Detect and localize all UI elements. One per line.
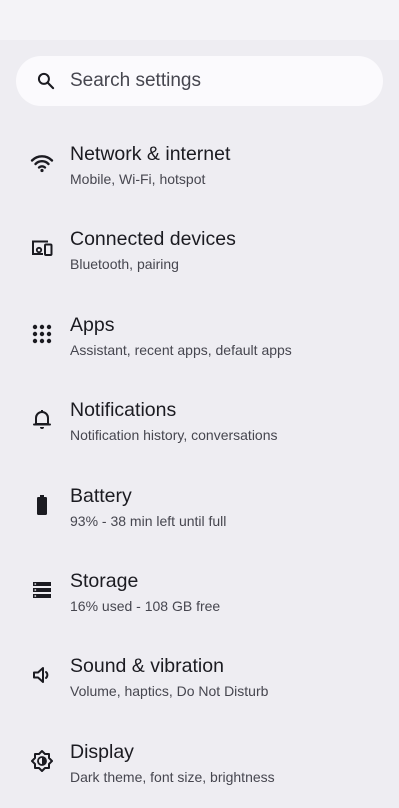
item-title: Connected devices xyxy=(70,228,236,251)
battery-icon xyxy=(30,493,54,517)
status-bar xyxy=(0,0,399,40)
item-subtitle: 93% - 38 min left until full xyxy=(70,512,227,529)
item-title: Storage xyxy=(70,569,139,592)
item-subtitle: Notification history, conversations xyxy=(70,427,278,444)
settings-item-network[interactable]: Network & internet Mobile, Wi-Fi, hotspo… xyxy=(0,125,399,210)
item-subtitle: Bluetooth, pairing xyxy=(70,256,179,273)
settings-item-display[interactable]: Display Dark theme, font size, brightnes… xyxy=(0,723,399,808)
settings-item-apps[interactable]: Apps Assistant, recent apps, default app… xyxy=(0,296,399,381)
item-subtitle: Dark theme, font size, brightness xyxy=(70,768,275,785)
settings-item-storage[interactable]: Storage 16% used - 108 GB free xyxy=(0,552,399,637)
item-subtitle: Mobile, Wi-Fi, hotspot xyxy=(70,171,206,187)
settings-item-battery[interactable]: Battery 93% - 38 min left until full xyxy=(0,467,399,552)
item-subtitle: Assistant, recent apps, default apps xyxy=(70,341,292,358)
apps-icon xyxy=(30,322,54,346)
item-subtitle: 16% used - 108 GB free xyxy=(70,597,221,614)
settings-item-sound[interactable]: Sound & vibration Volume, haptics, Do No… xyxy=(0,637,399,722)
bell-icon xyxy=(30,407,54,431)
settings-item-connected-devices[interactable]: Connected devices Bluetooth, pairing xyxy=(0,210,399,295)
speaker-icon xyxy=(30,663,54,687)
display-icon xyxy=(30,749,54,773)
settings-list: Network & internet Mobile, Wi-Fi, hotspo… xyxy=(0,125,399,808)
connected-devices-icon xyxy=(30,236,54,260)
search-icon xyxy=(36,71,56,91)
item-title: Display xyxy=(70,740,134,763)
item-title: Network & internet xyxy=(70,143,231,165)
storage-icon xyxy=(30,578,54,602)
search-placeholder: Search settings xyxy=(70,70,201,91)
search-bar[interactable]: Search settings xyxy=(16,56,383,106)
item-subtitle: Volume, haptics, Do Not Disturb xyxy=(70,683,269,700)
settings-item-notifications[interactable]: Notifications Notification history, conv… xyxy=(0,381,399,466)
item-title: Sound & vibration xyxy=(70,655,224,678)
wifi-icon xyxy=(30,151,54,175)
item-title: Apps xyxy=(70,313,115,336)
item-title: Notifications xyxy=(70,399,177,422)
item-title: Battery xyxy=(70,484,132,507)
